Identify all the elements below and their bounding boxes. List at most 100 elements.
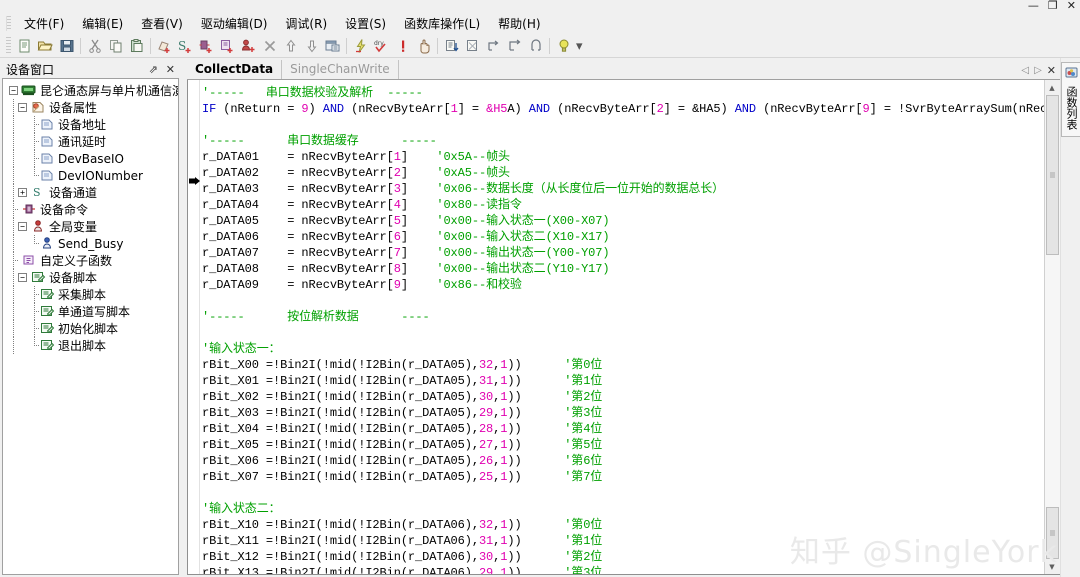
tree-toggle-global-variable[interactable]: − xyxy=(18,222,27,231)
tree-node-single-channel-write-script[interactable]: 单通道写脚本 xyxy=(3,303,178,320)
tree-guide xyxy=(9,320,18,337)
function-list-icon xyxy=(1065,66,1078,84)
tree-guide xyxy=(9,167,18,184)
tree-node-custom-subfunction[interactable]: 自定义子函数 xyxy=(3,252,178,269)
debug-step3-icon[interactable] xyxy=(525,36,546,56)
toolbar-drag-grip[interactable] xyxy=(6,37,11,54)
property-item-icon xyxy=(39,151,55,166)
menu-function-library[interactable]: 函数库操作(L) xyxy=(395,13,489,34)
tree-guide xyxy=(30,133,39,150)
add-command-icon[interactable] xyxy=(196,36,217,56)
tree-node-exit-script[interactable]: 退出脚本 xyxy=(3,337,178,354)
tree-node-init-script[interactable]: 初始化脚本 xyxy=(3,320,178,337)
cut-icon[interactable] xyxy=(84,36,105,56)
editor-vertical-scrollbar[interactable]: ▲ ▼ xyxy=(1044,80,1060,574)
delete-icon[interactable] xyxy=(259,36,280,56)
new-file-icon[interactable] xyxy=(14,36,35,56)
tree-node-comm-delay[interactable]: 通讯延时 xyxy=(3,133,178,150)
error-list-icon[interactable] xyxy=(392,36,413,56)
window-controls: — ❐ ✕ xyxy=(1028,0,1076,12)
editor-margin[interactable] xyxy=(188,80,200,574)
check-syntax-icon[interactable]: dry xyxy=(371,36,392,56)
debug-step1-icon[interactable] xyxy=(483,36,504,56)
menu-help[interactable]: 帮助(H) xyxy=(489,13,549,34)
tab-collectdata[interactable]: CollectData xyxy=(187,60,283,79)
menu-view[interactable]: 查看(V) xyxy=(132,13,192,34)
device-tree[interactable]: − 昆仑通态屏与单片机通信演示 − 设备属性 xyxy=(2,78,179,575)
save-icon[interactable] xyxy=(56,36,77,56)
tab-close-icon[interactable]: ✕ xyxy=(1047,64,1056,77)
copy-icon[interactable] xyxy=(105,36,126,56)
menu-settings[interactable]: 设置(S) xyxy=(336,13,395,34)
add-script-icon[interactable] xyxy=(217,36,238,56)
tab-singlechanwrite[interactable]: SingleChanWrite xyxy=(282,60,399,79)
scroll-up-button[interactable]: ▲ xyxy=(1044,80,1060,95)
tree-node-device-channel[interactable]: + S 设备通道 xyxy=(3,184,178,201)
toolbar-separator xyxy=(437,37,438,54)
toolbar-separator xyxy=(150,37,151,54)
device-window-header: 设备窗口 ⇗ ✕ xyxy=(2,60,179,78)
tree-toggle-root[interactable]: − xyxy=(9,86,18,95)
menu-drag-grip[interactable] xyxy=(6,15,11,31)
help-hint-icon[interactable] xyxy=(553,36,574,56)
tab-prev-icon[interactable]: ◁ xyxy=(1021,65,1029,76)
toolbar-overflow-button[interactable]: ▾ xyxy=(576,38,583,54)
tab-next-icon[interactable]: ▷ xyxy=(1034,65,1042,76)
tree-label-device-properties: 设备属性 xyxy=(49,101,98,115)
device-window-title: 设备窗口 xyxy=(6,62,55,77)
menu-edit[interactable]: 编辑(E) xyxy=(73,13,132,34)
function-list-tab[interactable]: 函数列表 xyxy=(1061,62,1080,137)
minimize-button[interactable]: — xyxy=(1028,0,1039,12)
scroll-thumb[interactable] xyxy=(1045,95,1059,255)
debug-step2-icon[interactable] xyxy=(504,36,525,56)
tree-node-device-command[interactable]: 设备命令 xyxy=(3,201,178,218)
scroll-track[interactable] xyxy=(1044,95,1060,559)
varitem-icon xyxy=(39,236,55,251)
script-icon xyxy=(39,287,55,302)
move-down-icon[interactable] xyxy=(301,36,322,56)
add-channel-icon[interactable]: S xyxy=(175,36,196,56)
restore-button[interactable]: ❐ xyxy=(1048,0,1058,12)
add-device-property-icon[interactable] xyxy=(154,36,175,56)
menu-debug[interactable]: 调试(R) xyxy=(276,13,336,34)
tree-label-device-channel: 设备通道 xyxy=(49,186,98,200)
add-global-var-icon[interactable] xyxy=(238,36,259,56)
tree-node-global-variable[interactable]: − 全局变量 xyxy=(3,218,178,235)
channel-icon: S xyxy=(30,185,46,200)
run-script-icon[interactable] xyxy=(462,36,483,56)
svg-text:S: S xyxy=(178,39,186,53)
tree-guide xyxy=(9,184,18,201)
move-up-icon[interactable] xyxy=(280,36,301,56)
pin-icon[interactable]: ⇗ xyxy=(147,63,160,76)
menu-driver-edit[interactable]: 驱动编辑(D) xyxy=(192,13,277,34)
tree-node-collect-script[interactable]: 采集脚本 xyxy=(3,286,178,303)
tree-guide xyxy=(9,150,18,167)
script-icon xyxy=(39,321,55,336)
paste-icon[interactable] xyxy=(126,36,147,56)
toolbar-separator xyxy=(80,37,81,54)
tree-node-send-busy[interactable]: Send_Busy xyxy=(3,235,178,252)
close-button[interactable]: ✕ xyxy=(1067,0,1076,12)
tree-node-device-address[interactable]: 设备地址 xyxy=(3,116,178,133)
menu-file[interactable]: 文件(F) xyxy=(15,13,73,34)
tree-node-devbaseio[interactable]: DevBaseIO xyxy=(3,150,178,167)
scroll-down-button[interactable]: ▼ xyxy=(1044,559,1060,574)
properties-icon[interactable] xyxy=(322,36,343,56)
code-editor[interactable]: '----- 串口数据校验及解析 ----- IF (nReturn = 9) … xyxy=(187,80,1060,575)
menu-bar: 文件(F) 编辑(E) 查看(V) 驱动编辑(D) 调试(R) 设置(S) 函数… xyxy=(0,12,1080,34)
bookmark-marker-icon xyxy=(189,173,200,185)
tree-toggle-device-channel[interactable]: + xyxy=(18,188,27,197)
tree-node-device-script[interactable]: − 设备脚本 xyxy=(3,269,178,286)
hand-tool-icon[interactable] xyxy=(413,36,434,56)
tree-node-root[interactable]: − 昆仑通态屏与单片机通信演示 xyxy=(3,82,178,99)
open-folder-icon[interactable] xyxy=(35,36,56,56)
tree-node-devionumber[interactable]: DevIONumber xyxy=(3,167,178,184)
tree-toggle-device-properties[interactable]: − xyxy=(18,103,27,112)
compile-icon[interactable] xyxy=(350,36,371,56)
tree-toggle-device-script[interactable]: − xyxy=(18,273,27,282)
close-panel-icon[interactable]: ✕ xyxy=(164,63,177,76)
tree-node-device-properties[interactable]: − 设备属性 xyxy=(3,99,178,116)
step-into-icon[interactable] xyxy=(441,36,462,56)
scroll-thumb-lower[interactable] xyxy=(1045,507,1059,559)
code-text-area[interactable]: '----- 串口数据校验及解析 ----- IF (nReturn = 9) … xyxy=(200,80,1044,574)
